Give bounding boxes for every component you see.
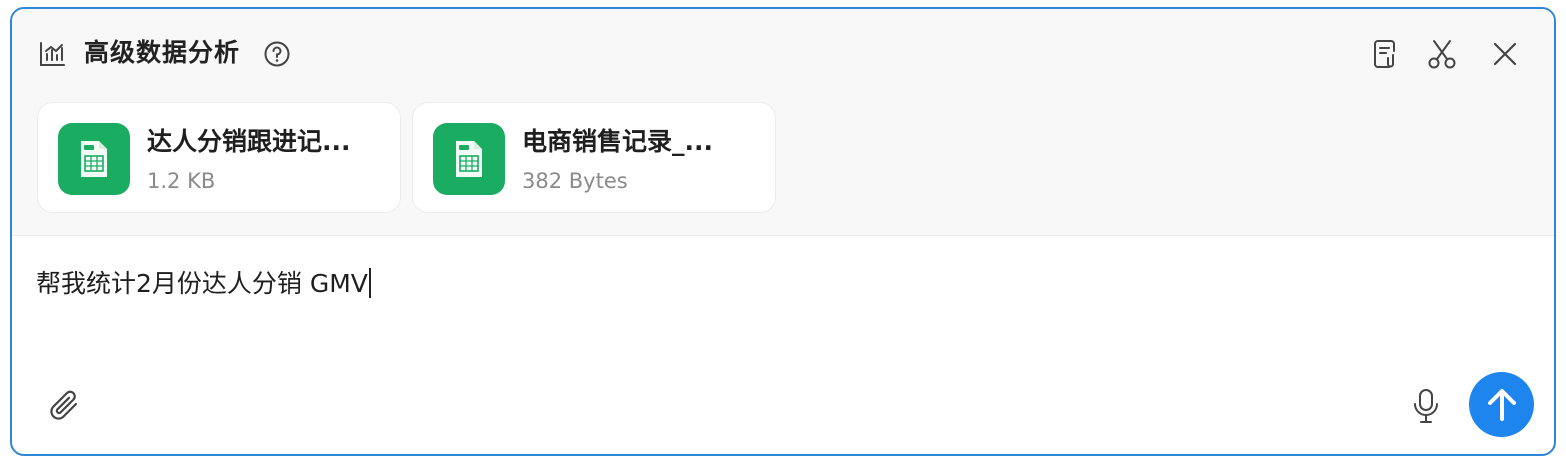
file-size: 1.2 KB <box>147 169 216 193</box>
document-attachment-icon[interactable] <box>1369 37 1403 71</box>
panel-title: 高级数据分析 <box>84 38 241 67</box>
file-name: 电商销售记录_... <box>522 127 713 156</box>
arrow-up-icon <box>1488 389 1516 421</box>
file-card[interactable]: 达人分销跟进记... 1.2 KB <box>37 102 401 213</box>
send-button[interactable] <box>1469 372 1534 437</box>
file-name: 达人分销跟进记... <box>147 127 351 156</box>
scissors-icon[interactable] <box>1425 37 1459 71</box>
panel-header-area: 高级数据分析 达人分销跟进记... 1.2 KB 电商销售记录_... 382 … <box>12 9 1554 236</box>
csv-spreadsheet-icon <box>433 123 505 195</box>
microphone-icon[interactable] <box>1409 387 1443 425</box>
file-card[interactable]: 电商销售记录_... 382 Bytes <box>412 102 776 213</box>
message-input[interactable]: 帮我统计2月份达人分销 GMV <box>36 264 371 304</box>
chart-analysis-icon <box>38 40 66 68</box>
paperclip-icon[interactable] <box>46 387 84 425</box>
text-caret <box>368 268 371 298</box>
advanced-data-analysis-panel: 高级数据分析 达人分销跟进记... 1.2 KB 电商销售记录_... 382 … <box>10 7 1556 456</box>
file-size: 382 Bytes <box>522 169 628 193</box>
message-input-text: 帮我统计2月份达人分销 GMV <box>36 269 368 298</box>
close-icon[interactable] <box>1488 37 1522 71</box>
csv-spreadsheet-icon <box>58 123 130 195</box>
help-circle-icon[interactable] <box>263 40 291 68</box>
